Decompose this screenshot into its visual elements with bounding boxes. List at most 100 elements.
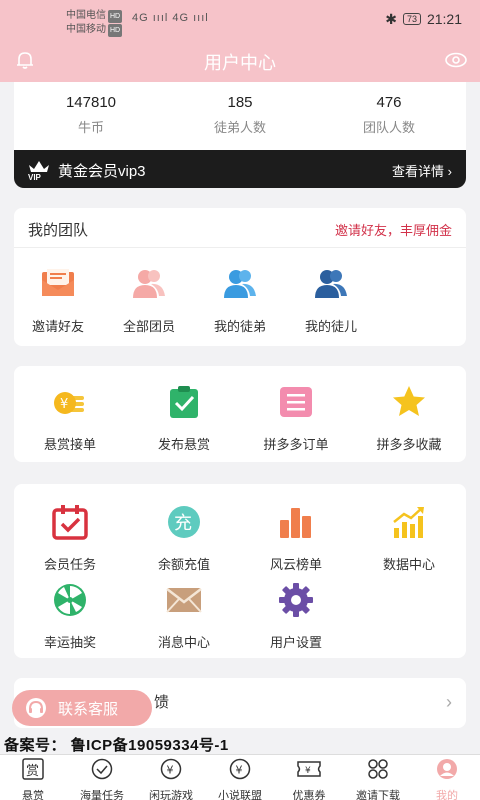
stat-label: 团队人数 xyxy=(362,120,415,135)
vip-title: 黄金会员vip3 xyxy=(58,163,146,180)
svg-text:充: 充 xyxy=(174,513,192,534)
tab-label: 海量任务 xyxy=(80,790,124,800)
tools-card: 会员任务 充 余额充值 风云榜单 数据中心 幸运抽奖 消息中心 用户设置 xyxy=(14,484,466,658)
vip-detail-label: 查看详情 xyxy=(392,164,445,179)
svg-text:VIP: VIP xyxy=(28,173,42,181)
tool-label: 风云榜单 xyxy=(269,557,322,572)
bottom-tab-bar: 赏 悬赏 海量任务 ¥ 闲玩游戏 ¥ 小说联盟 ¥ 优惠券 邀请下载 我的 xyxy=(0,754,480,800)
tab-label: 优惠券 xyxy=(292,790,326,800)
service-label: 拼多多收藏 xyxy=(376,437,442,452)
tab-reward[interactable]: 赏 悬赏 xyxy=(2,758,64,800)
yen-circle-icon: ¥ xyxy=(160,758,182,780)
tool-label: 用户设置 xyxy=(269,635,322,650)
vip-detail-link[interactable]: 查看详情 › xyxy=(392,161,452,180)
stat-team[interactable]: 476 团队人数 xyxy=(314,94,464,136)
check-circle-icon xyxy=(91,758,113,780)
profile-icon xyxy=(437,759,457,779)
invite-promo[interactable]: 邀请好友，丰厚佣金 xyxy=(335,220,452,239)
vip-bar[interactable]: VIP 黄金会员vip3 查看详情 › xyxy=(14,150,466,188)
tool-leaderboard[interactable]: 风云榜单 xyxy=(246,504,346,573)
tool-label: 幸运抽奖 xyxy=(43,635,96,650)
team-item-disciples[interactable]: 我的徒弟 xyxy=(190,266,290,335)
service-label: 发布悬赏 xyxy=(157,437,210,452)
status-right: ✱ 73 21:21 xyxy=(385,11,462,28)
carrier-info: 中国电信 HD 中国移动 HD xyxy=(66,9,123,37)
contact-service-button[interactable]: 联系客服 xyxy=(12,690,152,726)
tab-novels[interactable]: ¥ 小说联盟 xyxy=(209,758,271,800)
stat-label: 牛币 xyxy=(77,120,104,135)
users-icon xyxy=(224,270,256,298)
service-pdd-orders[interactable]: 拼多多订单 xyxy=(246,384,346,453)
headset-icon xyxy=(26,698,46,718)
hd-badge: HD xyxy=(108,10,123,23)
feedback-label: 馈 xyxy=(154,694,170,711)
app-header: 用户中心 xyxy=(0,38,480,82)
contact-service-label: 联系客服 xyxy=(58,701,119,718)
team-item-invite[interactable]: 邀请好友 xyxy=(8,266,108,335)
settings-icon xyxy=(279,583,313,617)
service-pdd-favorites[interactable]: 拼多多收藏 xyxy=(359,384,459,453)
carrier-2: 中国移动 xyxy=(66,24,106,35)
tool-messages[interactable]: 消息中心 xyxy=(134,582,234,651)
tab-label: 小说联盟 xyxy=(218,790,262,800)
tab-invite-download[interactable]: 邀请下载 xyxy=(347,758,409,800)
tool-data-center[interactable]: 数据中心 xyxy=(359,504,459,573)
users-dark-icon xyxy=(315,270,347,298)
svg-text:¥: ¥ xyxy=(236,764,243,777)
services-card: ¥ 悬赏接单 发布悬赏 拼多多订单 拼多多收藏 xyxy=(14,366,466,462)
svg-text:¥: ¥ xyxy=(305,766,311,776)
svg-text:赏: 赏 xyxy=(26,764,39,779)
tab-label: 闲玩游戏 xyxy=(149,790,193,800)
apps-icon xyxy=(368,759,388,779)
tab-label: 邀请下载 xyxy=(356,790,400,800)
team-item-label: 全部团员 xyxy=(122,319,175,334)
stat-value: 185 xyxy=(227,94,253,111)
tab-mine[interactable]: 我的 xyxy=(416,758,478,800)
tab-tasks[interactable]: 海量任务 xyxy=(71,758,133,800)
tool-lucky-draw[interactable]: 幸运抽奖 xyxy=(20,582,120,651)
stat-coins[interactable]: 147810 牛币 xyxy=(16,94,166,136)
team-item-label: 邀请好友 xyxy=(31,319,84,334)
list-icon xyxy=(280,387,312,417)
svg-text:¥: ¥ xyxy=(167,764,174,777)
growth-chart-icon xyxy=(393,507,424,538)
service-label: 悬赏接单 xyxy=(43,437,96,452)
tab-label: 悬赏 xyxy=(22,790,44,800)
status-bar: 中国电信 HD 中国移动 HD 4G ıııl 4G ıııl ✱ 73 21:21 xyxy=(0,0,480,38)
team-card: 我的团队 邀请好友，丰厚佣金 邀请好友 全部团员 我的徒弟 我的徒儿 xyxy=(14,208,466,346)
tool-recharge[interactable]: 充 余额充值 xyxy=(134,504,234,573)
clock: 21:21 xyxy=(426,11,462,27)
team-item-apprentices[interactable]: 我的徒儿 xyxy=(281,266,381,335)
reward-icon: 赏 xyxy=(22,758,44,780)
tab-label: 我的 xyxy=(436,790,458,800)
team-item-all[interactable]: 全部团员 xyxy=(99,266,199,335)
tool-label: 数据中心 xyxy=(382,557,435,572)
service-label: 拼多多订单 xyxy=(263,437,329,452)
star-icon xyxy=(393,386,425,416)
chevron-right-icon: › xyxy=(446,692,452,712)
signal-icon: 4G ıııl 4G ıııl xyxy=(132,12,209,24)
tool-label: 会员任务 xyxy=(43,557,96,572)
team-item-label: 我的徒弟 xyxy=(213,319,266,334)
team-item-label: 我的徒儿 xyxy=(304,319,357,334)
icp-record: 备案号： 鲁ICP备19059334号-1 xyxy=(4,737,229,754)
battery-icon: 73 xyxy=(402,13,421,25)
tool-member-tasks[interactable]: 会员任务 xyxy=(20,504,120,573)
stat-value: 147810 xyxy=(65,94,117,111)
eye-icon[interactable] xyxy=(444,49,468,71)
tool-user-settings[interactable]: 用户设置 xyxy=(246,582,346,651)
tab-games[interactable]: ¥ 闲玩游戏 xyxy=(140,758,202,800)
tab-coupons[interactable]: ¥ 优惠券 xyxy=(278,758,340,800)
stat-disciples[interactable]: 185 徒弟人数 xyxy=(165,94,315,136)
bluetooth-icon: ✱ xyxy=(385,11,397,27)
envelope-icon xyxy=(42,269,74,296)
stat-label: 徒弟人数 xyxy=(213,120,266,135)
bar-chart-icon xyxy=(280,508,311,538)
yen-circle-icon: ¥ xyxy=(229,758,251,780)
wheel-icon xyxy=(54,584,86,616)
service-accept-reward[interactable]: ¥ 悬赏接单 xyxy=(20,384,120,453)
service-publish-reward[interactable]: 发布悬赏 xyxy=(134,384,234,453)
stats-panel: 147810 牛币 185 徒弟人数 476 团队人数 xyxy=(14,82,466,150)
mail-icon xyxy=(166,588,202,613)
tool-label: 消息中心 xyxy=(157,635,210,650)
